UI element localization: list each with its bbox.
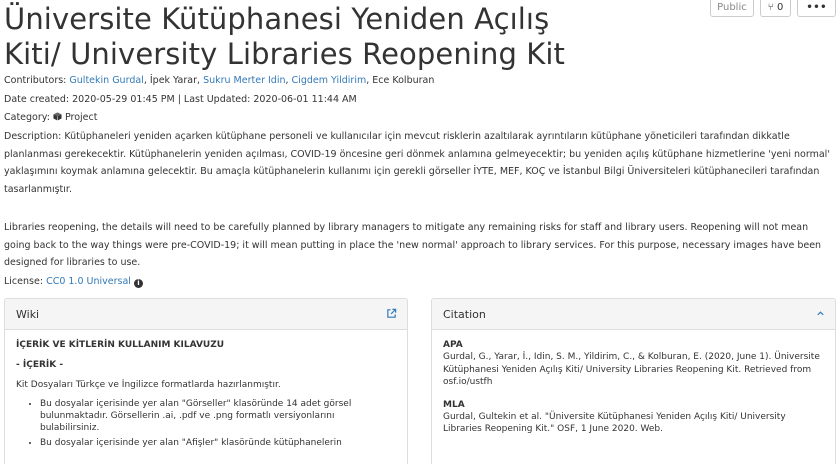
contributor-link[interactable]: Cigdem Yildirim <box>292 75 367 86</box>
wiki-list: Bu dosyalar içerisinde yer alan "Görsell… <box>16 398 396 449</box>
mla-label: MLA <box>443 399 465 410</box>
wiki-subheading: - İÇERİK - <box>16 360 64 370</box>
external-link-icon[interactable] <box>386 299 397 330</box>
dates-line: Date created: 2020-05-29 01:45 PM | Last… <box>4 94 357 105</box>
contributors-line: Contributors: Gultekin Gurdal, İpek Yara… <box>4 75 435 86</box>
description-label: Description: <box>4 131 62 142</box>
project-actions: Public ⑂ 0 ••• <box>710 0 836 17</box>
description: Description: Kütüphaneleri yeniden açark… <box>4 128 834 198</box>
category-line: Category: Project <box>4 111 97 125</box>
description-text-en: Libraries reopening, the details will ne… <box>4 222 822 268</box>
citation-title: Citation <box>443 308 486 321</box>
fork-icon: ⑂ <box>767 2 774 13</box>
fork-button[interactable]: ⑂ 0 <box>759 0 792 17</box>
contributor-name: İpek Yarar <box>149 75 198 86</box>
citation-content: APA Gurdal, G., Yarar, İ., Idin, S. M., … <box>432 330 835 444</box>
category-value: Project <box>64 112 98 123</box>
license-label: License: <box>4 276 44 287</box>
contributors-label: Contributors: <box>4 75 67 86</box>
license-link[interactable]: CC0 1.0 Universal <box>46 276 131 287</box>
contributor-name: Ece Kolburan <box>372 75 435 86</box>
citation-panel: Citation APA Gurdal, G., Yarar, İ., Idin… <box>431 298 836 464</box>
wiki-panel-header: Wiki <box>5 299 407 330</box>
cube-icon <box>53 112 62 121</box>
more-options-button[interactable]: ••• <box>797 0 836 17</box>
wiki-intro: Kit Dosyaları Türkçe ve İngilizce format… <box>16 380 281 390</box>
chevron-up-icon[interactable] <box>816 299 825 330</box>
list-item: Bu dosyalar içerisinde yer alan "Afişler… <box>40 437 396 449</box>
list-item: Bu dosyalar içerisinde yer alan "Görsell… <box>40 398 396 434</box>
info-icon[interactable]: i <box>133 279 143 288</box>
license-line: License: CC0 1.0 Universal i <box>4 275 143 289</box>
mla-citation: Gurdal, Gultekin et al. "Üniversite Kütü… <box>443 411 786 435</box>
contributor-link[interactable]: Sukru Merter Idin <box>203 75 285 86</box>
project-title: Üniversite Kütüphanesi Yeniden Açılış Ki… <box>4 2 566 71</box>
public-button[interactable]: Public <box>710 0 754 17</box>
apa-label: APA <box>443 340 463 350</box>
wiki-panel: Wiki İÇERİK VE KİTLERİN KULLANIM KILAVUZ… <box>4 298 408 464</box>
wiki-content: İÇERİK VE KİTLERİN KULLANIM KILAVUZU - İ… <box>5 330 407 460</box>
wiki-heading: İÇERİK VE KİTLERİN KULLANIM KILAVUZU <box>16 340 225 350</box>
wiki-title: Wiki <box>16 308 40 321</box>
contributor-link[interactable]: Gultekin Gurdal <box>69 75 143 86</box>
apa-citation: Gurdal, G., Yarar, İ., Idin, S. M., Yild… <box>443 352 820 387</box>
citation-panel-header[interactable]: Citation <box>432 299 835 330</box>
category-label: Category: <box>4 112 50 123</box>
fork-count: 0 <box>776 2 784 13</box>
description-text-tr: Kütüphaneleri yeniden açarken kütüphane … <box>4 131 830 195</box>
